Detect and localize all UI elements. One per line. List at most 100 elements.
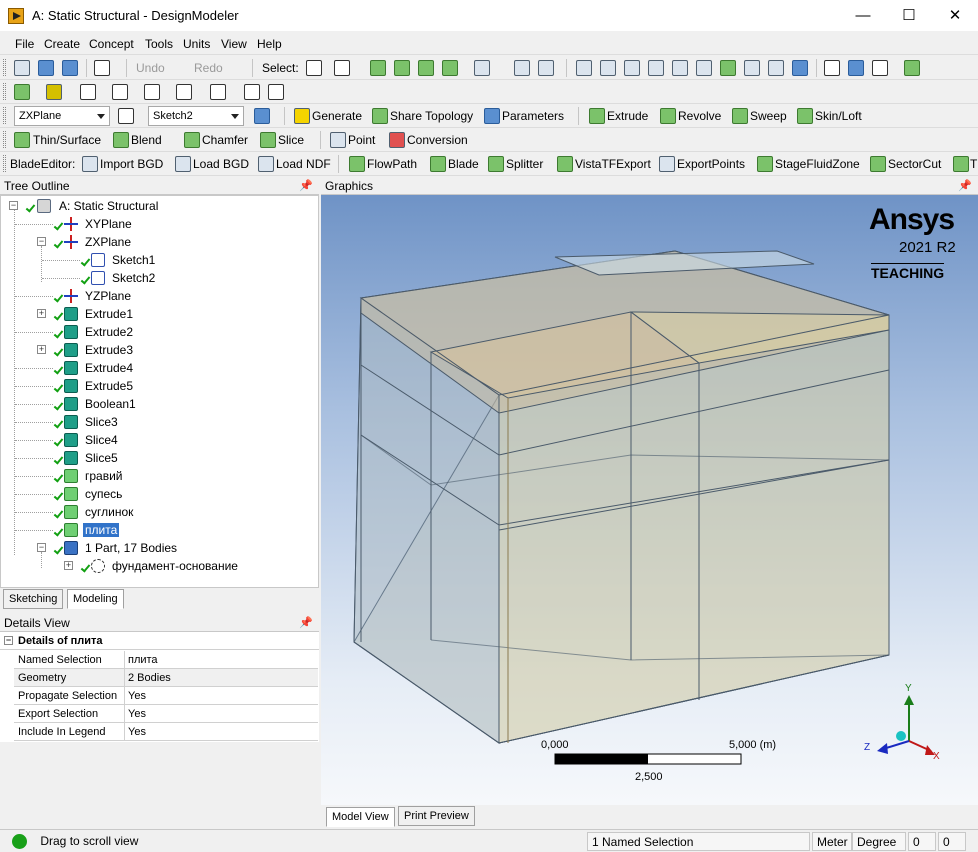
point-button[interactable]: Point bbox=[348, 133, 375, 147]
box-select-icon[interactable] bbox=[514, 60, 530, 76]
blade-icon[interactable] bbox=[430, 156, 446, 172]
display-point-icon[interactable] bbox=[872, 60, 888, 76]
sectorcut-icon[interactable] bbox=[870, 156, 886, 172]
more-tools-button[interactable]: T bbox=[970, 157, 977, 171]
display-plane-icon[interactable] bbox=[792, 60, 808, 76]
vistatfexport-button[interactable]: VistaTFExport bbox=[575, 157, 651, 171]
details-pin-icon[interactable]: 📌 bbox=[299, 616, 313, 629]
chamfer-icon[interactable] bbox=[184, 132, 200, 148]
skin-loft-button[interactable]: Skin/Loft bbox=[815, 109, 862, 123]
thin-surface-icon[interactable] bbox=[14, 132, 30, 148]
edge-color-icon[interactable] bbox=[46, 84, 62, 100]
thickness-4-icon[interactable] bbox=[176, 84, 192, 100]
details-row-export-selection[interactable]: Export Selection Yes bbox=[14, 705, 318, 723]
share-topology-button[interactable]: Share Topology bbox=[390, 109, 473, 123]
menu-create[interactable]: Create bbox=[44, 37, 80, 51]
magnifier-icon[interactable] bbox=[696, 60, 712, 76]
pan-icon[interactable] bbox=[600, 60, 616, 76]
vistatfexport-icon[interactable] bbox=[557, 156, 573, 172]
tree-node-sketch1[interactable]: Sketch1 bbox=[1, 251, 319, 269]
stagefluidzone-icon[interactable] bbox=[757, 156, 773, 172]
tree-node-extrude2[interactable]: Extrude2 bbox=[1, 323, 319, 341]
stagefluidzone-button[interactable]: StageFluidZone bbox=[775, 157, 860, 171]
tree-node-foundation[interactable]: + фундамент-основание bbox=[1, 557, 319, 575]
sweep-icon[interactable] bbox=[732, 108, 748, 124]
blend-icon[interactable] bbox=[113, 132, 129, 148]
thickness-1-icon[interactable] bbox=[80, 84, 96, 100]
save-as-icon[interactable] bbox=[62, 60, 78, 76]
extrude-button[interactable]: Extrude bbox=[607, 109, 648, 123]
slice-icon[interactable] bbox=[260, 132, 276, 148]
model-view[interactable] bbox=[321, 195, 978, 805]
next-view-icon[interactable] bbox=[744, 60, 760, 76]
thickness-2-icon[interactable] bbox=[112, 84, 128, 100]
skin-loft-icon[interactable] bbox=[797, 108, 813, 124]
menu-tools[interactable]: Tools bbox=[145, 37, 173, 51]
tab-modeling[interactable]: Modeling bbox=[67, 589, 124, 609]
import-bgd-button[interactable]: Import BGD bbox=[100, 157, 163, 171]
menu-concept[interactable]: Concept bbox=[89, 37, 134, 51]
select-points-icon[interactable] bbox=[370, 60, 386, 76]
conversion-icon[interactable] bbox=[389, 132, 405, 148]
parameters-icon[interactable] bbox=[484, 108, 500, 124]
graphics-pin-icon[interactable]: 📌 bbox=[958, 179, 972, 192]
tree-node-sketch2[interactable]: Sketch2 bbox=[1, 269, 319, 287]
vertex-icon[interactable] bbox=[268, 84, 284, 100]
details-row-include-in-legend[interactable]: Include In Legend Yes bbox=[14, 723, 318, 741]
tree-node-extrude5[interactable]: Extrude5 bbox=[1, 377, 319, 395]
tree-node-boolean1[interactable]: Boolean1 bbox=[1, 395, 319, 413]
zoom-fit-icon[interactable] bbox=[672, 60, 688, 76]
menu-file[interactable]: File bbox=[15, 37, 34, 51]
blend-button[interactable]: Blend bbox=[131, 133, 162, 147]
parameters-button[interactable]: Parameters bbox=[502, 109, 564, 123]
details-row-geometry[interactable]: Geometry 2 Bodies bbox=[14, 669, 318, 687]
new-sketch-icon[interactable] bbox=[254, 108, 270, 124]
select-mode-icon[interactable] bbox=[334, 60, 350, 76]
iso-view-icon[interactable] bbox=[768, 60, 784, 76]
zoom-icon[interactable] bbox=[624, 60, 640, 76]
load-ndf-icon[interactable] bbox=[258, 156, 274, 172]
sweep-button[interactable]: Sweep bbox=[750, 109, 787, 123]
tree-node-gravel[interactable]: гравий bbox=[1, 467, 319, 485]
tree-node-yzplane[interactable]: YZPlane bbox=[1, 287, 319, 305]
details-group-header[interactable]: − Details of плита bbox=[0, 632, 319, 650]
redo-button[interactable]: Redo bbox=[194, 61, 223, 75]
minimize-button[interactable]: — bbox=[840, 0, 886, 31]
box-zoom-icon[interactable] bbox=[648, 60, 664, 76]
tree-node-extrude3[interactable]: + Extrude3 bbox=[1, 341, 319, 359]
tab-sketching[interactable]: Sketching bbox=[3, 589, 64, 609]
pin-icon[interactable]: 📌 bbox=[299, 179, 313, 192]
status-angle[interactable]: Degree bbox=[852, 832, 906, 851]
maximize-button[interactable]: ☐ bbox=[886, 0, 932, 31]
generate-button[interactable]: Generate bbox=[312, 109, 362, 123]
tree-node-sandy-loam[interactable]: супесь bbox=[1, 485, 319, 503]
tree-node-loam[interactable]: суглинок bbox=[1, 503, 319, 521]
plane-dropdown[interactable]: ZXPlane bbox=[14, 106, 110, 126]
flowpath-icon[interactable] bbox=[349, 156, 365, 172]
sectorcut-button[interactable]: SectorCut bbox=[888, 157, 941, 171]
close-button[interactable]: ✕ bbox=[932, 0, 978, 31]
details-row-named-selection[interactable]: Named Selection плита bbox=[14, 651, 318, 669]
previous-view-icon[interactable] bbox=[720, 60, 736, 76]
paint-select-icon[interactable] bbox=[538, 60, 554, 76]
exportpoints-icon[interactable] bbox=[659, 156, 675, 172]
load-ndf-button[interactable]: Load NDF bbox=[276, 157, 331, 171]
menu-view[interactable]: View bbox=[221, 37, 247, 51]
more-tools-icon[interactable] bbox=[953, 156, 969, 172]
triad-icon[interactable] bbox=[824, 60, 840, 76]
tree-node-root[interactable]: − A: Static Structural bbox=[1, 197, 319, 215]
tree-node-slice3[interactable]: Slice3 bbox=[1, 413, 319, 431]
thickness-5-icon[interactable] bbox=[210, 84, 226, 100]
thickness-3-icon[interactable] bbox=[144, 84, 160, 100]
conversion-button[interactable]: Conversion bbox=[407, 133, 468, 147]
save-icon[interactable] bbox=[38, 60, 54, 76]
chamfer-button[interactable]: Chamfer bbox=[202, 133, 248, 147]
rotate-icon[interactable] bbox=[576, 60, 592, 76]
tree-node-part[interactable]: − 1 Part, 17 Bodies bbox=[1, 539, 319, 557]
select-pointer-icon[interactable] bbox=[306, 60, 322, 76]
blade-button[interactable]: Blade bbox=[448, 157, 479, 171]
undo-button[interactable]: Undo bbox=[136, 61, 165, 75]
tree-node-slice5[interactable]: Slice5 bbox=[1, 449, 319, 467]
details-row-propagate-selection[interactable]: Propagate Selection Yes bbox=[14, 687, 318, 705]
tree-node-zxplane[interactable]: − ZXPlane bbox=[1, 233, 319, 251]
